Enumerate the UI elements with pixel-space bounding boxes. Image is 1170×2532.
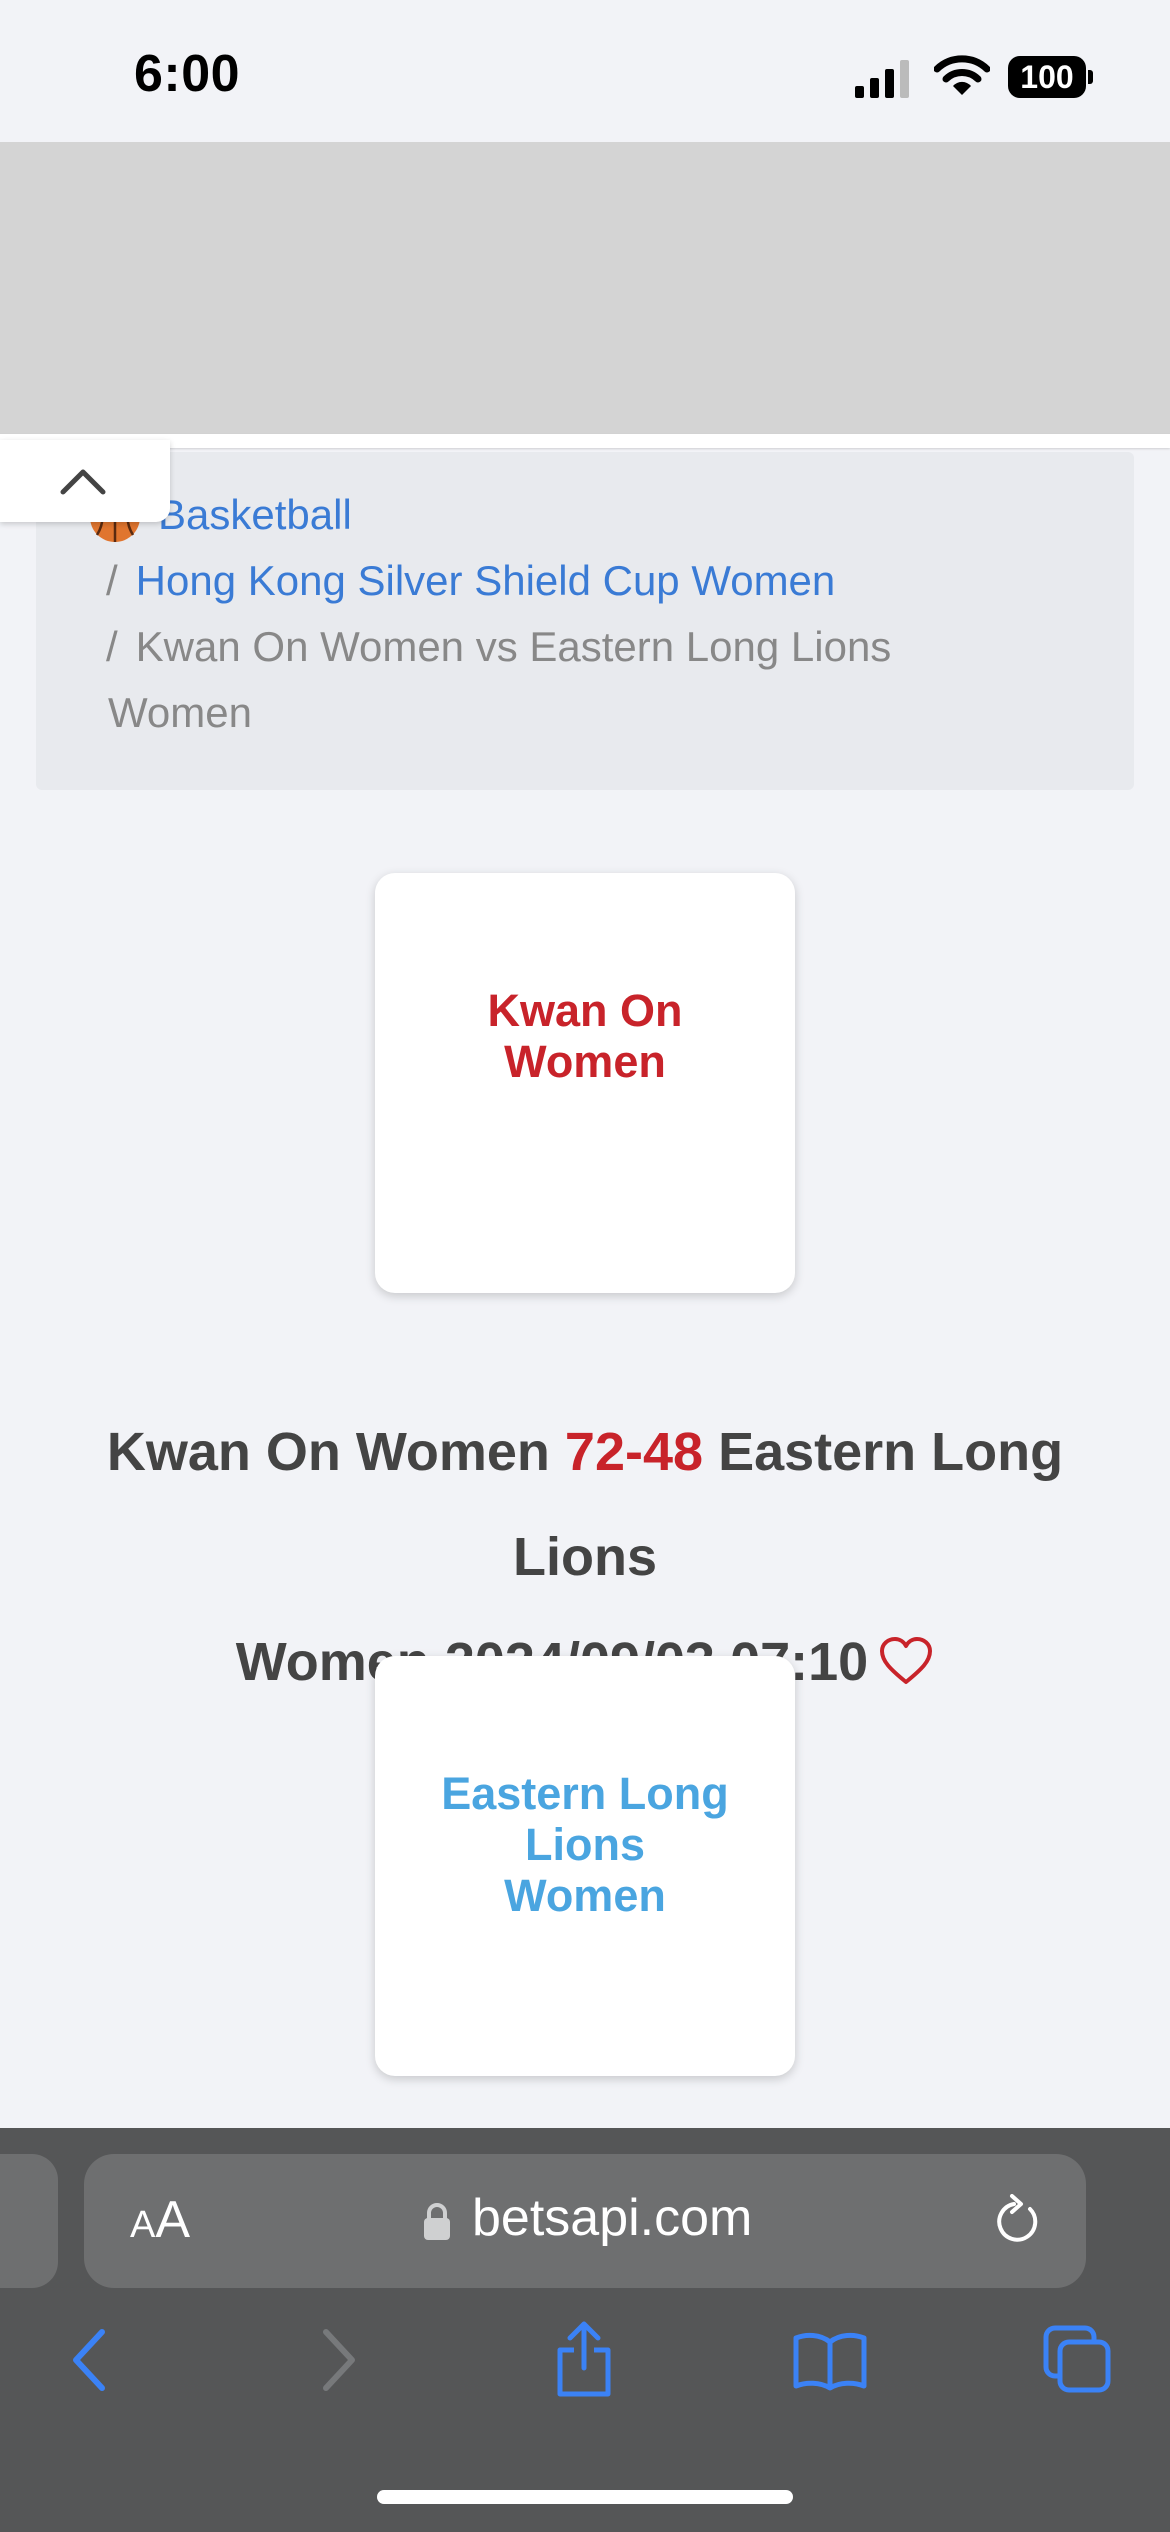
away-team-name-line: Women [504, 1870, 666, 1921]
breadcrumb: Basketball / Hong Kong Silver Shield Cup … [36, 452, 1134, 790]
ad-banner[interactable] [0, 142, 1170, 434]
share-icon[interactable] [552, 2318, 616, 2398]
forward-icon[interactable] [314, 2324, 364, 2396]
home-team-card[interactable]: Kwan On Women [375, 873, 795, 1293]
home-team-title: Kwan On Women [106, 1422, 550, 1482]
page: 6:00 100 Basketball / Hong Kong Silver S… [0, 0, 1170, 2532]
reload-icon[interactable] [992, 2194, 1042, 2248]
status-bar: 6:00 100 [0, 0, 1170, 142]
home-team-name-line: Kwan On [487, 985, 683, 1036]
breadcrumb-separator: / [106, 557, 118, 604]
home-team-name: Kwan On Women [395, 985, 775, 1087]
tabs-icon[interactable] [1042, 2324, 1114, 2396]
text-size-small: A [130, 2204, 156, 2246]
heart-icon[interactable] [878, 1636, 934, 1686]
away-team-name: Eastern Long Lions Women [395, 1768, 775, 1921]
breadcrumb-league-link[interactable]: Hong Kong Silver Shield Cup Women [136, 557, 836, 604]
lock-icon [424, 2203, 450, 2240]
status-time: 6:00 [134, 45, 241, 103]
breadcrumb-current-text-cont: Women [108, 689, 252, 736]
home-indicator [377, 2490, 793, 2504]
chevron-up-icon [60, 469, 106, 495]
banner-divider [0, 434, 1170, 448]
breadcrumb-separator: / [106, 623, 118, 670]
battery-icon: 100 [1008, 56, 1094, 98]
away-team-card[interactable]: Eastern Long Lions Women [375, 1656, 795, 2076]
text-size-button[interactable]: AA [130, 2190, 190, 2250]
breadcrumb-item-current: / Kwan On Women vs Eastern Long Lions [106, 614, 891, 680]
home-team-name-line: Women [504, 1036, 666, 1087]
bookmarks-icon[interactable] [792, 2330, 868, 2392]
breadcrumb-current-text: Kwan On Women vs Eastern Long Lions [135, 623, 892, 670]
match-score: 72-48 [564, 1422, 704, 1482]
url-text[interactable]: betsapi.com [472, 2188, 752, 2248]
breadcrumb-item-league: / Hong Kong Silver Shield Cup Women [106, 548, 835, 614]
text-size-big: A [155, 2191, 191, 2249]
collapse-banner-button[interactable] [0, 440, 170, 522]
battery-level: 100 [1020, 59, 1074, 95]
cellular-signal-icon [855, 60, 909, 98]
breadcrumb-basketball-link[interactable]: Basketball [158, 482, 352, 548]
wifi-icon [934, 55, 990, 95]
back-icon[interactable] [64, 2324, 114, 2396]
away-team-name-line: Lions [525, 1819, 645, 1870]
away-team-name-line: Eastern Long [441, 1768, 729, 1819]
previous-tab-peek[interactable] [0, 2154, 58, 2288]
